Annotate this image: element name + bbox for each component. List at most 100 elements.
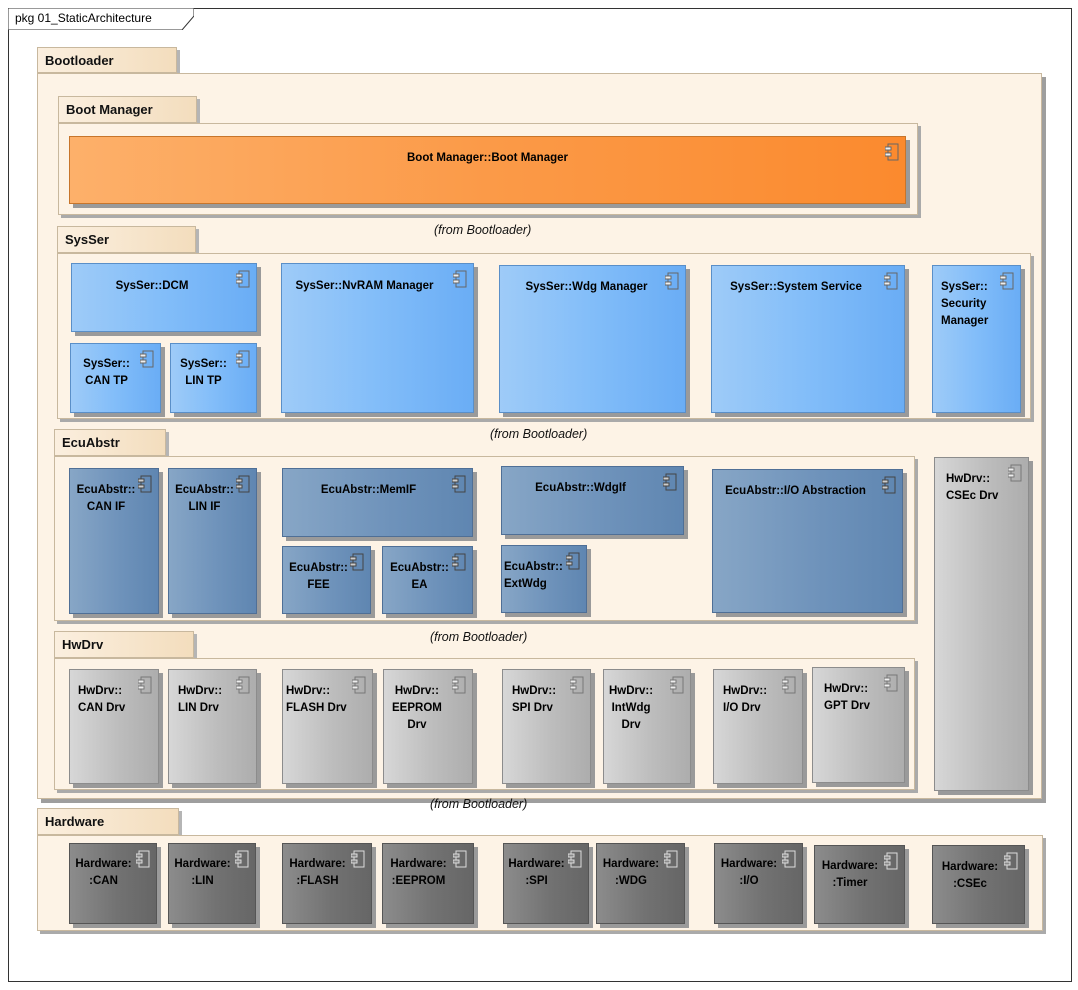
component-label: HwDrv:: FLASH Drv — [286, 685, 347, 714]
frame-title-tab: pkg 01_StaticArchitecture — [8, 8, 194, 30]
package-tab-boot-manager[interactable]: Boot Manager — [58, 96, 197, 123]
component-icon — [350, 553, 364, 571]
component-memif[interactable]: EcuAbstr::MemIF — [282, 468, 473, 537]
component-nvram-manager[interactable]: SysSer::NvRAM Manager — [281, 263, 474, 413]
component-icon — [1004, 852, 1018, 870]
component-icon — [664, 850, 678, 868]
component-icon — [884, 272, 898, 290]
component-hw-wdg[interactable]: Hardware: :WDG — [596, 843, 685, 924]
component-icon — [235, 850, 249, 868]
component-label: HwDrv:: CAN Drv — [78, 685, 126, 714]
from-bootloader-note-3: (from Bootloader) — [430, 630, 528, 644]
component-label: SysSer::NvRAM Manager — [295, 280, 434, 292]
component-label: EcuAbstr:: EA — [390, 562, 449, 591]
component-icon — [670, 676, 684, 694]
component-lin-if[interactable]: EcuAbstr:: LIN IF — [168, 468, 257, 614]
component-label: EcuAbstr:: FEE — [289, 562, 348, 591]
component-icon — [566, 552, 580, 570]
package-tab-sysser[interactable]: SysSer — [57, 226, 196, 253]
component-intwdg-drv[interactable]: HwDrv:: IntWdg Drv — [603, 669, 691, 784]
component-label: HwDrv:: GPT Drv — [824, 683, 871, 712]
component-hw-eeprom[interactable]: Hardware: :EEPROM — [382, 843, 474, 924]
component-icon — [782, 676, 796, 694]
component-hw-timer[interactable]: Hardware: :Timer — [814, 845, 905, 924]
component-label: EcuAbstr::I/O Abstraction — [725, 485, 866, 497]
component-icon — [351, 850, 365, 868]
component-label: HwDrv:: SPI Drv — [512, 685, 557, 714]
component-icon — [568, 850, 582, 868]
component-wdg-manager[interactable]: SysSer::Wdg Manager — [499, 265, 686, 413]
component-spi-drv[interactable]: HwDrv:: SPI Drv — [502, 669, 591, 784]
component-icon — [665, 272, 679, 290]
component-icon — [138, 676, 152, 694]
component-lin-tp[interactable]: SysSer:: LIN TP — [170, 343, 257, 413]
component-hw-can[interactable]: Hardware: :CAN — [69, 843, 157, 924]
component-csec-drv[interactable]: HwDrv:: CSEc Drv — [934, 457, 1029, 791]
package-label: Bootloader — [45, 53, 114, 68]
component-dcm[interactable]: SysSer::DCM — [71, 263, 257, 332]
component-system-service[interactable]: SysSer::System Service — [711, 265, 905, 413]
package-tab-bootloader[interactable]: Bootloader — [37, 47, 177, 73]
component-can-if[interactable]: EcuAbstr:: CAN IF — [69, 468, 159, 614]
package-tab-hwdrv[interactable]: HwDrv — [54, 631, 194, 658]
component-label: HwDrv:: EEPROM Drv — [392, 685, 442, 731]
component-label: EcuAbstr::WdgIf — [535, 482, 626, 494]
component-icon — [352, 676, 366, 694]
component-icon — [453, 270, 467, 288]
component-hw-lin[interactable]: Hardware: :LIN — [168, 843, 256, 924]
component-security-manager[interactable]: SysSer:: Security Manager — [932, 265, 1021, 413]
component-gpt-drv[interactable]: HwDrv:: GPT Drv — [812, 667, 905, 783]
component-icon — [884, 852, 898, 870]
component-hw-csec[interactable]: Hardware: :CSEc — [932, 845, 1025, 924]
component-hw-flash[interactable]: Hardware: :FLASH — [282, 843, 372, 924]
component-label: Hardware: :CSEc — [941, 861, 999, 890]
component-icon — [236, 676, 250, 694]
package-tab-hardware[interactable]: Hardware — [37, 808, 179, 835]
component-io-drv[interactable]: HwDrv:: I/O Drv — [713, 669, 803, 784]
component-ea[interactable]: EcuAbstr:: EA — [382, 546, 473, 614]
component-label: Hardware: :EEPROM — [390, 858, 447, 887]
component-icon — [885, 143, 899, 161]
component-label: HwDrv:: I/O Drv — [723, 685, 768, 714]
component-boot-manager[interactable]: Boot Manager::Boot Manager — [69, 136, 906, 204]
component-flash-drv[interactable]: HwDrv:: FLASH Drv — [282, 669, 373, 784]
package-label: Boot Manager — [66, 102, 153, 117]
component-icon — [236, 475, 250, 493]
component-lin-drv[interactable]: HwDrv:: LIN Drv — [168, 669, 257, 784]
from-bootloader-note-4: (from Bootloader) — [430, 797, 528, 811]
component-label: SysSer:: LIN TP — [180, 358, 227, 387]
component-wdgif[interactable]: EcuAbstr::WdgIf — [501, 466, 684, 535]
component-icon — [452, 475, 466, 493]
component-icon — [138, 475, 152, 493]
component-icon — [452, 553, 466, 571]
component-can-drv[interactable]: HwDrv:: CAN Drv — [69, 669, 159, 784]
component-hw-spi[interactable]: Hardware: :SPI — [503, 843, 589, 924]
component-label: EcuAbstr:: CAN IF — [76, 484, 136, 513]
package-tab-ecuabstr[interactable]: EcuAbstr — [54, 429, 166, 456]
component-icon — [1008, 464, 1022, 482]
component-label: Hardware: :CAN — [75, 858, 132, 887]
frame-title: pkg 01_StaticArchitecture — [15, 11, 152, 25]
component-label: Hardware: :FLASH — [289, 858, 346, 887]
component-label: SysSer:: Security Manager — [941, 281, 989, 327]
package-label: HwDrv — [62, 637, 104, 652]
from-bootloader-note-1: (from Bootloader) — [434, 223, 532, 237]
component-eeprom-drv[interactable]: HwDrv:: EEPROM Drv — [383, 669, 473, 784]
component-label: Hardware: :WDG — [602, 858, 660, 887]
component-can-tp[interactable]: SysSer:: CAN TP — [70, 343, 161, 413]
component-io-abstraction[interactable]: EcuAbstr::I/O Abstraction — [712, 469, 903, 613]
from-bootloader-note-2: (from Bootloader) — [490, 427, 588, 441]
component-label: SysSer::Wdg Manager — [525, 281, 648, 293]
component-icon — [236, 350, 250, 368]
component-label: EcuAbstr:: ExtWdg — [504, 561, 563, 590]
component-icon — [136, 850, 150, 868]
component-label: Hardware: :LIN — [174, 858, 231, 887]
component-icon — [453, 850, 467, 868]
component-hw-io[interactable]: Hardware: :I/O — [714, 843, 803, 924]
component-icon — [570, 676, 584, 694]
component-label: Hardware: :SPI — [508, 858, 565, 887]
component-icon — [236, 270, 250, 288]
component-extwdg[interactable]: EcuAbstr:: ExtWdg — [501, 545, 587, 613]
component-fee[interactable]: EcuAbstr:: FEE — [282, 546, 371, 614]
component-icon — [1000, 272, 1014, 290]
